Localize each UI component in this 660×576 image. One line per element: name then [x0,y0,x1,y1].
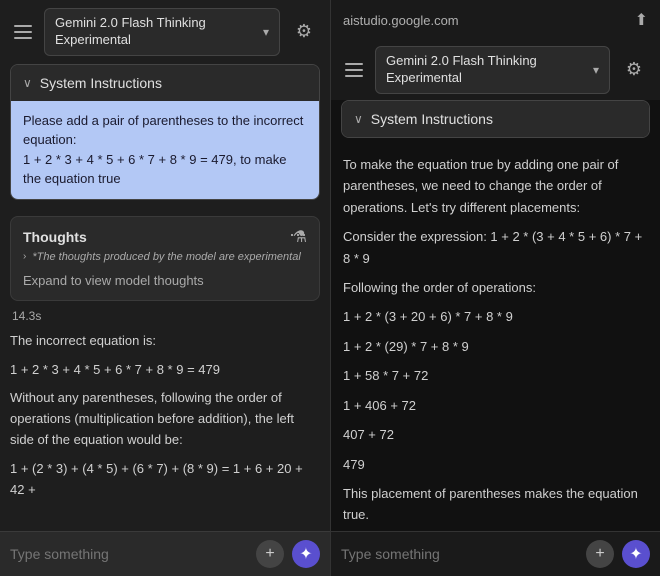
three-dots-button[interactable]: ⋯ [289,225,309,246]
thoughts-header: Thoughts ⚗ [23,227,307,247]
left-system-instructions-section: ∨ System Instructions Please add a pair … [10,64,320,200]
right-model-selector[interactable]: Gemini 2.0 Flash Thinking Experimental ▾ [375,46,610,94]
right-system-instructions-label: System Instructions [371,111,493,127]
right-steps-label: Following the order of operations: [343,277,648,298]
hamburger-icon[interactable] [10,21,36,43]
plus-icon: + [265,545,274,563]
left-input-field[interactable] [10,546,248,562]
right-model-name: Gemini 2.0 Flash Thinking Experimental [386,53,587,87]
response-line-4: 1 + (2 * 3) + (4 * 5) + (6 * 7) + (8 * 9… [10,459,320,501]
right-input-bar: + ✦ [331,531,660,576]
right-intro: To make the equation true by adding one … [343,154,648,218]
expand-thoughts-button[interactable]: Expand to view model thoughts [23,271,307,290]
left-response: The incorrect equation is: 1 + 2 * 3 + 4… [10,331,320,509]
response-line-3: Without any parentheses, following the o… [10,388,320,450]
right-step-6: 479 [343,454,648,475]
left-gear-button[interactable]: ⚙ [288,16,320,48]
response-line-1: The incorrect equation is: [10,331,320,352]
left-chat-area: ⋯ Thoughts ⚗ › *The thoughts produced by… [0,208,330,531]
right-conclusion: This placement of parentheses makes the … [343,483,648,526]
right-top-bar: aistudio.google.com ⬆ [331,0,660,40]
right-step-5: 407 + 72 [343,424,648,445]
right-chevron-up-icon: ∨ [354,112,363,126]
system-instructions-text: Please add a pair of parentheses to the … [23,111,307,189]
right-step-1: 1 + 2 * (3 + 20 + 6) * 7 + 8 * 9 [343,306,648,327]
right-response-content: To make the equation true by adding one … [343,154,648,531]
right-spark-button[interactable]: ✦ [622,540,650,568]
thoughts-subtitle: *The thoughts produced by the model are … [32,251,300,263]
right-step-2: 1 + 2 * (29) * 7 + 8 * 9 [343,336,648,357]
right-system-instructions-header[interactable]: ∨ System Instructions [342,101,649,137]
right-plus-icon: + [595,545,604,563]
thoughts-subtitle-row: › *The thoughts produced by the model ar… [23,251,307,263]
thoughts-box: ⋯ Thoughts ⚗ › *The thoughts produced by… [10,216,320,301]
share-icon[interactable]: ⬆ [635,10,648,30]
left-system-instructions-content: Please add a pair of parentheses to the … [11,101,319,199]
right-plus-button[interactable]: + [586,540,614,568]
right-chevron-down-icon: ▾ [593,63,599,77]
left-input-bar: + ✦ [0,531,330,576]
right-step-3: 1 + 58 * 7 + 72 [343,365,648,386]
left-system-instructions-header[interactable]: ∨ System Instructions [11,65,319,101]
left-model-selector[interactable]: Gemini 2.0 Flash Thinking Experimental ▾ [44,8,280,56]
left-plus-button[interactable]: + [256,540,284,568]
right-step-4: 1 + 406 + 72 [343,395,648,416]
right-spark-icon: ✦ [629,544,642,564]
right-header: Gemini 2.0 Flash Thinking Experimental ▾… [331,40,660,100]
response-line-2: 1 + 2 * 3 + 4 * 5 + 6 * 7 + 8 * 9 = 479 [10,360,320,381]
right-system-instructions-section: ∨ System Instructions [341,100,650,138]
right-consider: Consider the expression: 1 + 2 * (3 + 4 … [343,226,648,269]
right-chat-area: To make the equation true by adding one … [331,146,660,531]
thoughts-chevron-icon: › [23,251,26,262]
right-input-field[interactable] [341,546,578,562]
url-display: aistudio.google.com [343,13,459,28]
chevron-up-icon: ∨ [23,76,32,90]
left-panel: Gemini 2.0 Flash Thinking Experimental ▾… [0,0,330,576]
right-gear-button[interactable]: ⚙ [618,54,650,86]
left-model-name: Gemini 2.0 Flash Thinking Experimental [55,15,257,49]
left-header: Gemini 2.0 Flash Thinking Experimental ▾… [0,0,330,64]
left-spark-button[interactable]: ✦ [292,540,320,568]
right-panel: aistudio.google.com ⬆ Gemini 2.0 Flash T… [330,0,660,576]
right-hamburger-icon[interactable] [341,59,367,81]
gear-icon: ⚙ [296,21,312,42]
spark-icon: ✦ [299,544,312,564]
chevron-down-icon: ▾ [263,25,269,39]
left-system-instructions-label: System Instructions [40,75,162,91]
timer-display: 14.3s [10,309,320,323]
right-gear-icon: ⚙ [626,59,642,80]
thoughts-title: Thoughts [23,229,87,245]
